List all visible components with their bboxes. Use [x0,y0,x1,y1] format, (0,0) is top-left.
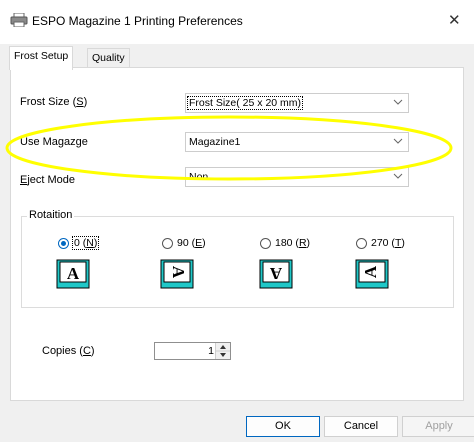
rotation-0-label: 0 (N) [72,236,100,250]
rotation-180-label: 180 (R) [275,237,311,249]
printer-icon [10,13,28,27]
title-bar: ESPO Magazine 1 Printing Preferences ✕ [0,0,474,44]
svg-text:A: A [169,266,188,279]
svg-text:A: A [67,264,80,283]
highlight-ellipse [5,115,453,181]
tab-frost-setup[interactable]: Frost Setup [9,46,74,70]
stepper-arrow-icon [216,345,230,357]
copies-value: 1 [208,345,214,357]
apply-button[interactable]: Apply [402,416,474,437]
ok-button[interactable]: OK [246,416,320,437]
rotation-270-label: 270 (T) [371,237,405,249]
rotation-90-icon: A [160,259,194,289]
rotation-group-label: Rotaition [27,209,75,221]
svg-text:A: A [269,264,282,283]
frost-size-label: Frost Size (S) [20,96,88,108]
cancel-button[interactable]: Cancel [324,416,398,437]
rotation-270-icon: A [355,259,389,289]
close-icon[interactable]: ✕ [448,11,461,29]
stepper-arrows[interactable] [215,343,230,359]
radio-icon [356,238,367,249]
radio-icon [162,238,173,249]
window-title: ESPO Magazine 1 Printing Preferences [32,14,243,28]
settings-panel: Frost Size (S) Frost Size( 25 x 20 mm) U… [5,67,464,401]
tab-quality[interactable]: Quality [87,48,130,69]
frost-size-value: Frost Size( 25 x 20 mm) [187,96,304,110]
chevron-down-icon [393,99,403,105]
radio-icon [260,238,271,249]
rotation-90-label: 90 (E) [177,237,206,249]
rotation-group: Rotaition 0 (N) 90 (E) 180 (R) 270 (T) A… [21,209,454,308]
radio-selected-icon [58,238,69,249]
tab-strip: Frost Setup Quality [0,44,474,70]
rotation-0-icon: A [56,259,90,289]
copies-label: Copies (C) [42,345,95,357]
svg-text:A: A [361,265,380,278]
rotation-180-icon: A [259,259,293,289]
copies-stepper[interactable]: 1 [154,342,231,360]
